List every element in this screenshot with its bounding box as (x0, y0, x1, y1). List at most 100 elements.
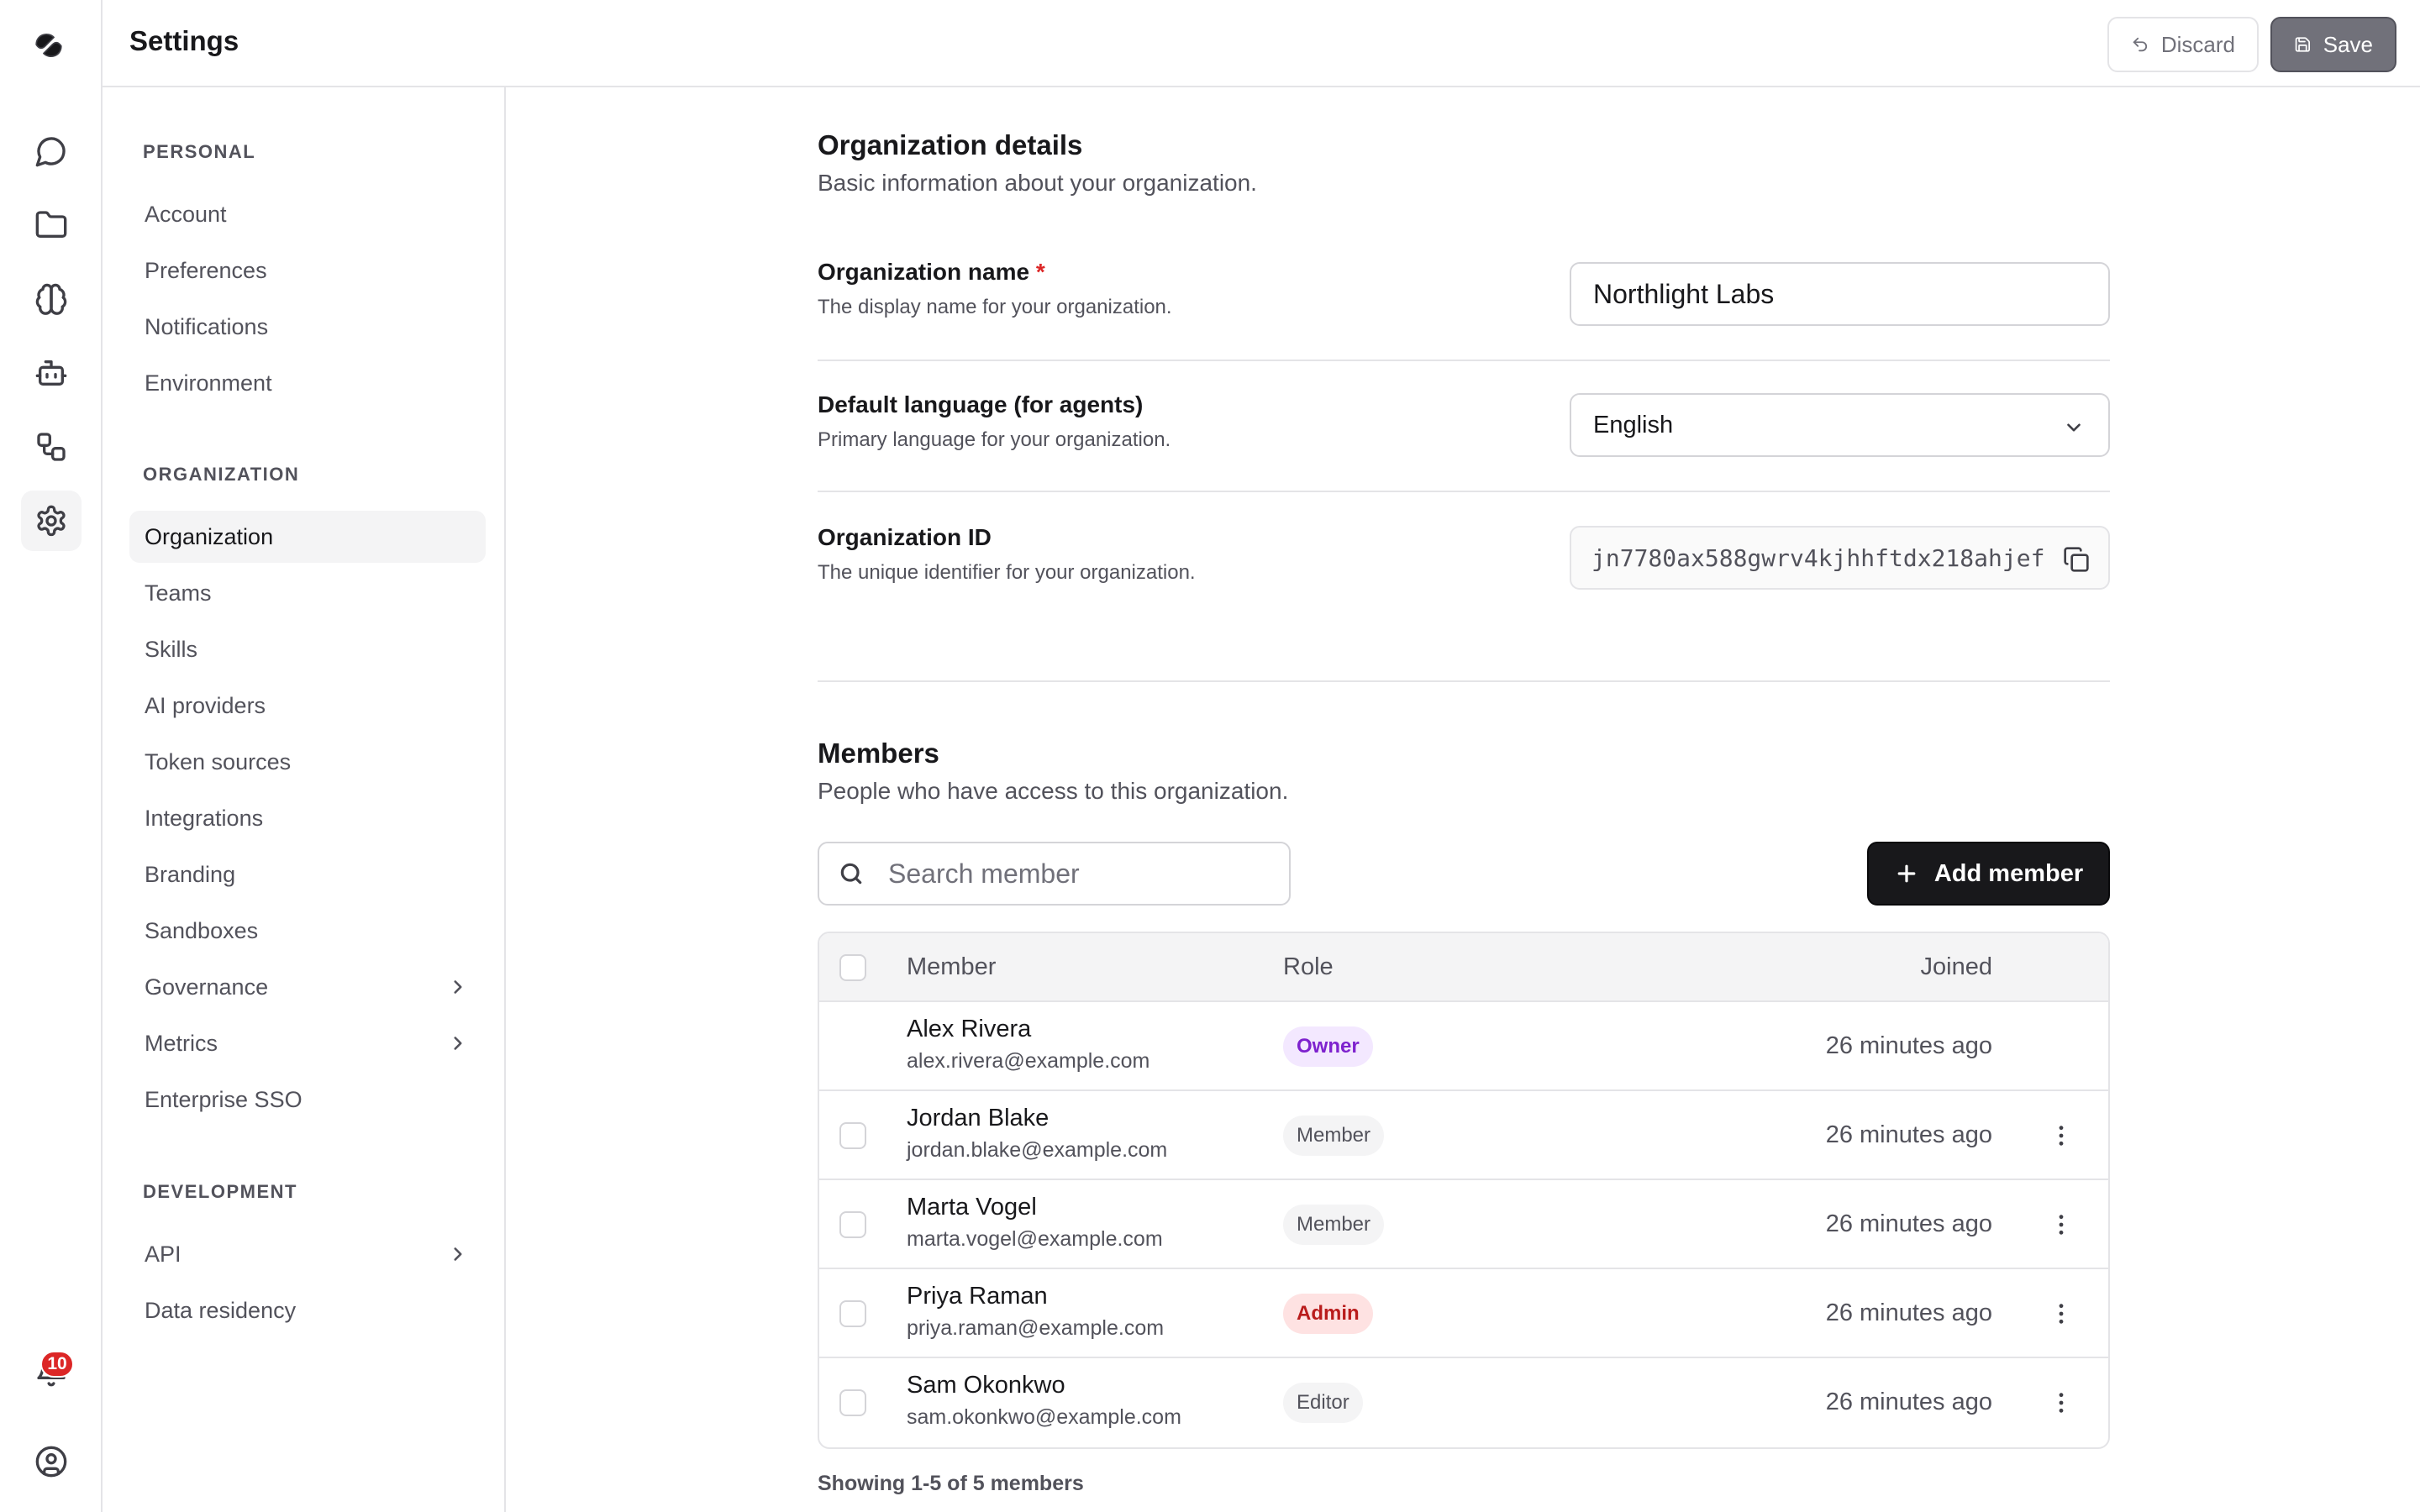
table-row[interactable]: Jordan Blake jordan.blake@example.com Me… (819, 1091, 2108, 1180)
org-id-field[interactable]: jn7780ax588gwrv4kjhhftdx218ahjef (1570, 526, 2110, 590)
row-actions-menu-icon[interactable] (2048, 1389, 2075, 1416)
chevron-down-icon (2067, 423, 2081, 432)
joined-time: 26 minutes ago (1825, 1389, 1992, 1415)
nav-item-environment[interactable]: Environment (129, 357, 486, 409)
nav-item-token-sources[interactable]: Token sources (129, 736, 486, 788)
row-checkbox[interactable] (839, 1389, 866, 1416)
workflow-icon[interactable] (21, 417, 82, 477)
plus-icon (1897, 864, 1916, 883)
nav-item-label: API (145, 1241, 182, 1267)
nav-item-governance[interactable]: Governance (129, 961, 486, 1013)
member-search-input[interactable]: Search member (818, 842, 1291, 906)
table-row[interactable]: Alex Rivera alex.rivera@example.com Owne… (819, 1002, 2108, 1091)
bot-icon[interactable] (21, 343, 82, 403)
joined-time: 26 minutes ago (1825, 1299, 1992, 1326)
default-language-value: English (1593, 411, 1674, 438)
member-name: Sam Okonkwo (907, 1372, 1065, 1399)
org-id-description: The unique identifier for your organizat… (818, 561, 1196, 584)
undo-icon (2133, 37, 2148, 52)
column-role: Role (1283, 953, 1334, 980)
nav-item-account[interactable]: Account (129, 188, 486, 240)
folder-icon[interactable] (21, 195, 82, 255)
app-logo-icon[interactable] (32, 29, 71, 67)
discard-button-label: Discard (2160, 31, 2235, 57)
org-details-subtitle: Basic information about your organizatio… (818, 170, 1257, 196)
page-header: Settings Discard Save (103, 0, 2420, 87)
divider (818, 360, 2110, 361)
joined-time: 26 minutes ago (1825, 1121, 1992, 1148)
nav-item-organization[interactable]: Organization (129, 511, 486, 563)
role-badge: Editor (1283, 1383, 1363, 1423)
user-profile-icon[interactable] (21, 1431, 82, 1492)
column-joined: Joined (1920, 953, 1992, 980)
member-name: Marta Vogel (907, 1194, 1037, 1221)
nav-item-label: Account (145, 201, 227, 227)
nav-section-personal: PERSONAL (143, 141, 256, 162)
nav-item-preferences[interactable]: Preferences (129, 244, 486, 297)
nav-item-api[interactable]: API (129, 1228, 486, 1280)
nav-item-label: AI providers (145, 692, 266, 718)
section-divider (818, 680, 2110, 682)
nav-item-skills[interactable]: Skills (129, 623, 486, 675)
brain-icon[interactable] (21, 269, 82, 329)
nav-item-data-residency[interactable]: Data residency (129, 1284, 486, 1336)
member-email: alex.rivera@example.com (907, 1049, 1150, 1073)
nav-item-notifications[interactable]: Notifications (129, 301, 486, 353)
nav-item-label: Skills (145, 636, 198, 662)
row-actions-menu-icon[interactable] (2048, 1300, 2075, 1327)
row-checkbox[interactable] (839, 1300, 866, 1327)
member-name: Alex Rivera (907, 1016, 1032, 1042)
default-language-select[interactable]: English (1570, 393, 2110, 457)
nav-item-sandboxes[interactable]: Sandboxes (129, 905, 486, 957)
row-checkbox[interactable] (839, 1211, 866, 1238)
org-name-input[interactable]: Northlight Labs (1570, 262, 2110, 326)
copy-icon[interactable] (2063, 546, 2090, 573)
row-actions-menu-icon[interactable] (2048, 1211, 2075, 1238)
table-row[interactable]: Marta Vogel marta.vogel@example.com Memb… (819, 1180, 2108, 1269)
nav-item-label: Integrations (145, 805, 264, 831)
nav-item-enterprise-sso[interactable]: Enterprise SSO (129, 1074, 486, 1126)
discard-button[interactable]: Discard (2107, 17, 2259, 72)
settings-gear-icon[interactable] (21, 491, 82, 551)
members-subtitle: People who have access to this organizat… (818, 778, 1289, 804)
nav-item-label: Branding (145, 861, 236, 887)
icon-rail: 10 (0, 0, 103, 1512)
settings-sidebar: PERSONAL Account Preferences Notificatio… (103, 87, 506, 1512)
add-member-label: Add member (1933, 859, 2084, 887)
nav-section-organization: ORGANIZATION (143, 464, 300, 485)
nav-item-label: Preferences (145, 257, 267, 283)
row-checkbox[interactable] (839, 1122, 866, 1149)
pagination-summary: Showing 1-5 of 5 members (818, 1472, 1084, 1495)
table-row[interactable]: Priya Raman priya.raman@example.com Admi… (819, 1269, 2108, 1358)
nav-item-metrics[interactable]: Metrics (129, 1017, 486, 1069)
nav-item-label: Notifications (145, 313, 269, 339)
nav-item-integrations[interactable]: Integrations (129, 792, 486, 844)
nav-item-ai-providers[interactable]: AI providers (129, 680, 486, 732)
add-member-button[interactable]: Add member (1867, 842, 2110, 906)
nav-item-label: Data residency (145, 1297, 297, 1323)
row-actions-menu-icon[interactable] (2048, 1122, 2075, 1149)
joined-time: 26 minutes ago (1825, 1032, 1992, 1059)
nav-item-label: Sandboxes (145, 917, 259, 943)
members-title: Members (818, 738, 939, 769)
nav-item-label: Metrics (145, 1030, 218, 1056)
members-table: Member Role Joined Alex Rivera alex.rive… (818, 932, 2110, 1449)
nav-item-label: Teams (145, 580, 212, 606)
table-row[interactable]: Sam Okonkwo sam.okonkwo@example.com Edit… (819, 1358, 2108, 1447)
role-badge: Member (1283, 1205, 1385, 1245)
table-header: Member Role Joined (819, 933, 2108, 1002)
required-marker: * (1035, 259, 1045, 285)
nav-item-branding[interactable]: Branding (129, 848, 486, 900)
org-details-title: Organization details (818, 129, 1083, 160)
select-all-checkbox[interactable] (839, 954, 866, 981)
nav-item-label: Governance (145, 974, 269, 1000)
member-email: sam.okonkwo@example.com (907, 1405, 1181, 1429)
page-title: Settings (129, 25, 239, 56)
member-email: jordan.blake@example.com (907, 1138, 1168, 1162)
save-button[interactable]: Save (2270, 17, 2396, 72)
nav-item-label: Environment (145, 370, 272, 396)
joined-time: 26 minutes ago (1825, 1210, 1992, 1237)
chevron-right-icon (454, 1037, 462, 1050)
chat-icon[interactable] (21, 121, 82, 181)
nav-item-teams[interactable]: Teams (129, 567, 486, 619)
